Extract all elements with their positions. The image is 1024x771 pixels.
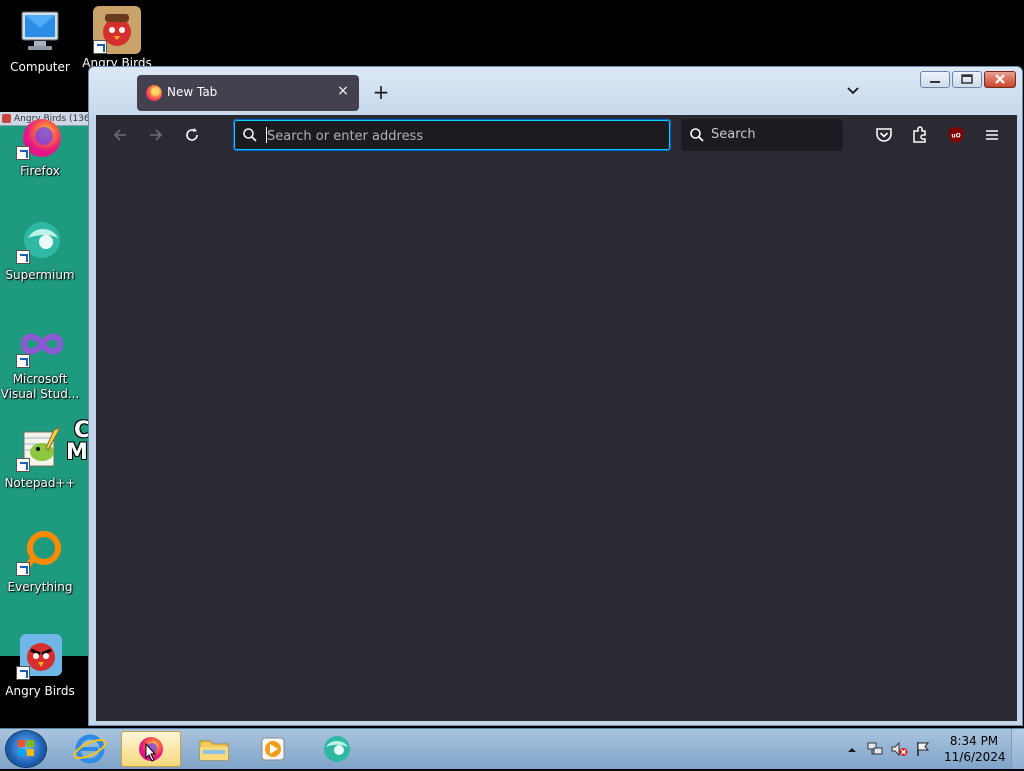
window-controls bbox=[920, 71, 1016, 89]
clock-time: 8:34 PM bbox=[949, 734, 999, 748]
show-hidden-icons-chevron-icon[interactable] bbox=[846, 741, 858, 760]
firefox-favicon-icon bbox=[146, 85, 162, 101]
shortcut-arrow-icon bbox=[16, 146, 30, 160]
taskbar-media-player[interactable] bbox=[246, 731, 302, 767]
tab-close-icon[interactable]: × bbox=[335, 83, 351, 99]
hamburger-menu-icon[interactable] bbox=[980, 123, 1004, 147]
computer-icon bbox=[16, 8, 64, 56]
page-content[interactable] bbox=[96, 155, 1017, 721]
firefox-window: New Tab × + Search or enter address Sear… bbox=[88, 66, 1023, 726]
search-placeholder: Search bbox=[711, 127, 756, 142]
network-icon[interactable] bbox=[866, 740, 884, 762]
supermium-icon bbox=[324, 736, 350, 762]
desktop-icon-firefox[interactable]: Firefox bbox=[0, 112, 80, 179]
new-tab-button[interactable]: + bbox=[369, 80, 393, 104]
list-all-tabs-chevron-icon[interactable] bbox=[845, 83, 861, 99]
search-icon bbox=[689, 127, 705, 147]
shortcut-arrow-icon bbox=[16, 354, 30, 368]
angry-birds-icon bbox=[16, 632, 64, 680]
desktop-icon-angry-birds-top[interactable]: Angry Birds bbox=[77, 6, 157, 71]
visual-studio-icon bbox=[16, 320, 64, 368]
reload-icon[interactable] bbox=[180, 123, 204, 147]
taskbar-firefox[interactable] bbox=[121, 731, 181, 767]
desktop-icon-angry-birds[interactable]: Angry Birds bbox=[0, 632, 80, 699]
clock[interactable]: 8:34 PM 11/6/2024 bbox=[944, 733, 1006, 765]
ublock-origin-icon[interactable]: uO bbox=[944, 123, 968, 147]
close-button[interactable] bbox=[984, 71, 1016, 88]
shortcut-arrow-icon bbox=[93, 40, 107, 54]
clock-date: 11/6/2024 bbox=[944, 750, 1006, 764]
media-player-icon bbox=[261, 737, 285, 761]
angry-birds-icon bbox=[93, 6, 141, 54]
tab-title: New Tab bbox=[167, 85, 218, 99]
navigation-toolbar: Search uO bbox=[96, 115, 1017, 155]
url-bar[interactable] bbox=[233, 119, 671, 151]
minimize-button[interactable] bbox=[920, 71, 950, 88]
maximize-button[interactable] bbox=[952, 71, 982, 88]
address-input[interactable] bbox=[265, 126, 659, 146]
shortcut-arrow-icon bbox=[16, 562, 30, 576]
desktop-icon-notepad-plus-plus[interactable]: Notepad++ bbox=[0, 424, 80, 491]
forward-arrow-icon[interactable] bbox=[144, 123, 168, 147]
taskbar-supermium[interactable] bbox=[308, 731, 364, 767]
show-desktop-button[interactable] bbox=[1011, 729, 1024, 769]
search-box[interactable]: Search bbox=[681, 119, 843, 151]
internet-explorer-icon bbox=[73, 734, 107, 764]
shortcut-arrow-icon bbox=[16, 458, 30, 472]
desktop-icon-visual-studio[interactable]: Microsoft Visual Stud... bbox=[0, 320, 80, 402]
tab-new-tab[interactable]: New Tab × bbox=[137, 75, 359, 111]
everything-search-icon bbox=[16, 528, 64, 576]
desktop-icon-computer[interactable]: Computer bbox=[0, 8, 80, 75]
folder-icon bbox=[199, 740, 229, 761]
taskbar: 8:34 PM 11/6/2024 bbox=[0, 728, 1024, 769]
supermium-icon bbox=[16, 216, 64, 264]
firefox-icon bbox=[139, 737, 163, 762]
desktop-icon-everything[interactable]: Everything bbox=[0, 528, 80, 595]
firefox-icon bbox=[16, 112, 64, 160]
taskbar-file-explorer[interactable] bbox=[186, 731, 242, 767]
svg-text:uO: uO bbox=[951, 133, 960, 140]
text-caret bbox=[266, 127, 267, 143]
notepad-plus-plus-icon bbox=[16, 424, 64, 472]
search-icon bbox=[242, 127, 258, 147]
shortcut-arrow-icon bbox=[16, 666, 30, 680]
title-bar[interactable]: New Tab × + bbox=[89, 67, 1022, 115]
action-center-flag-icon[interactable] bbox=[914, 740, 932, 762]
shortcut-arrow-icon bbox=[16, 250, 30, 264]
back-arrow-icon[interactable] bbox=[108, 123, 132, 147]
volume-muted-icon[interactable] bbox=[890, 740, 908, 762]
start-button[interactable] bbox=[6, 731, 46, 767]
extensions-puzzle-icon[interactable] bbox=[908, 123, 932, 147]
desktop-icon-supermium[interactable]: Supermium bbox=[0, 216, 80, 283]
taskbar-internet-explorer[interactable] bbox=[62, 731, 118, 767]
pocket-icon[interactable] bbox=[872, 123, 896, 147]
